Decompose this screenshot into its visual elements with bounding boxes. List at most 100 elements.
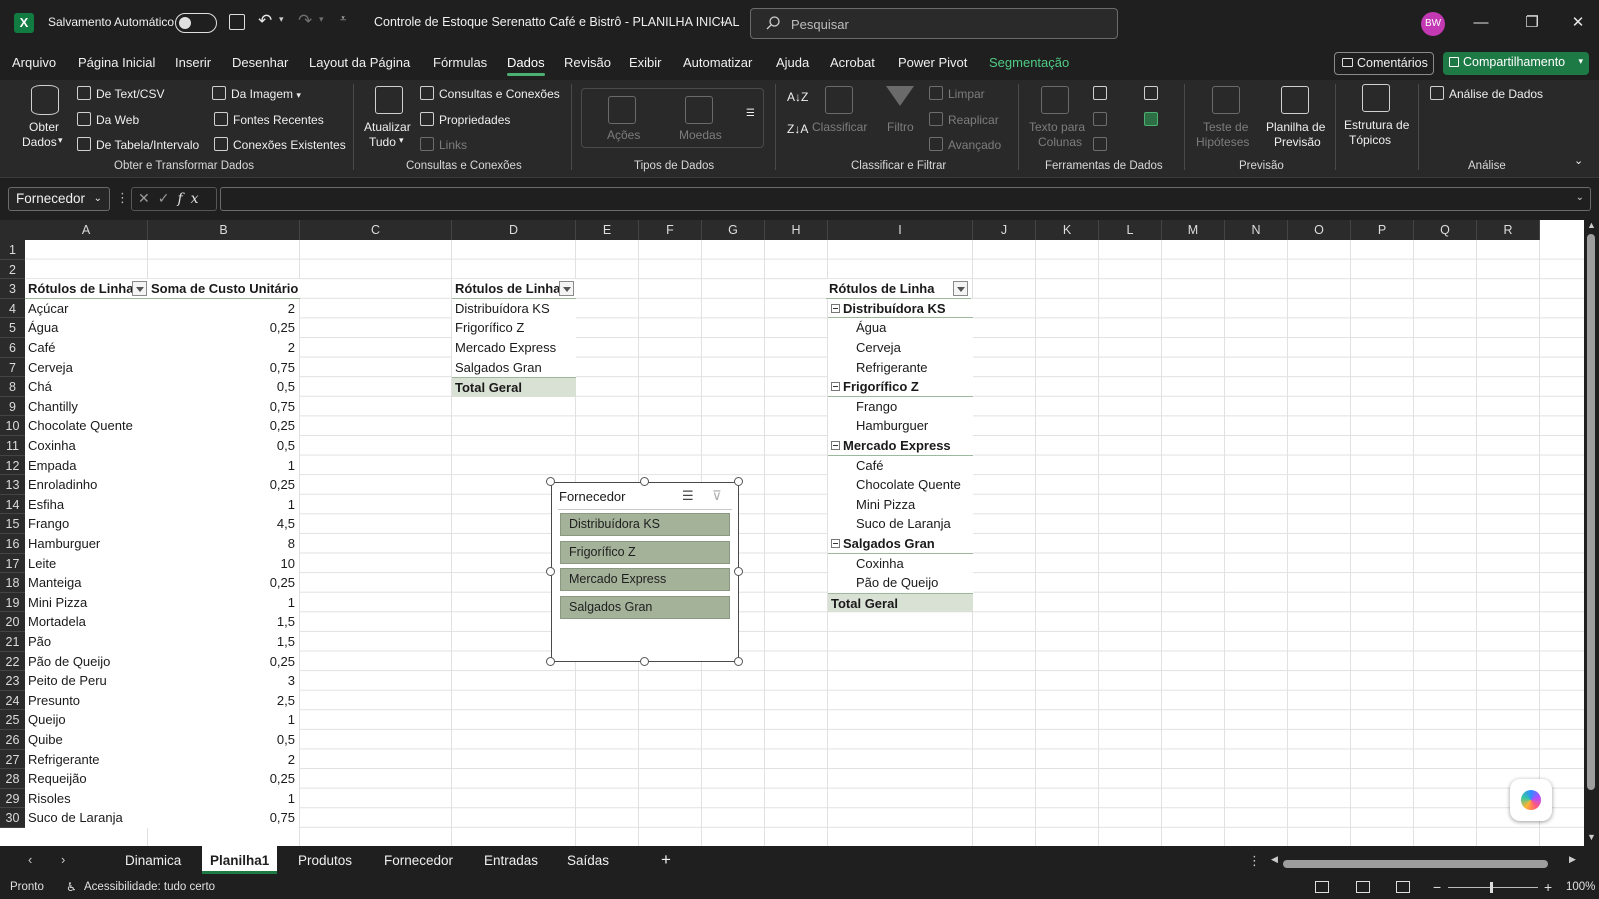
pivot2-row-label[interactable]: Distribuídora KS xyxy=(452,298,576,319)
slicer-resize-handle[interactable] xyxy=(734,567,743,576)
sheet-tab-dinamica[interactable]: Dinamica xyxy=(125,853,181,868)
column-header-a[interactable]: A xyxy=(25,220,148,240)
slicer-item-distribuidora-ks[interactable]: Distribuídora KS xyxy=(560,513,730,536)
pivot1-row-value[interactable]: 10 xyxy=(148,553,299,574)
pivot1-row-label[interactable]: Refrigerante xyxy=(25,749,148,770)
minimize-icon[interactable]: — xyxy=(1469,11,1493,35)
pivot3-header-label[interactable]: Rótulos de Linha xyxy=(826,279,971,299)
customize-toolbar-icon[interactable]: ⩡ xyxy=(340,13,346,26)
row-header-15[interactable]: 15 xyxy=(0,514,25,534)
row-header-23[interactable]: 23 xyxy=(0,671,25,691)
pivot1-row-label[interactable]: Pão xyxy=(25,632,148,652)
row-header-12[interactable]: 12 xyxy=(0,455,25,476)
pivot3-group-row[interactable]: Frigorífico Z xyxy=(828,377,973,397)
tab-formulas[interactable]: Fórmulas xyxy=(433,55,487,70)
flash-fill-icon[interactable] xyxy=(1093,86,1107,100)
forecast-label-2[interactable]: Previsão xyxy=(1274,135,1321,149)
accessibility-status[interactable]: Acessibilidade: tudo certo xyxy=(84,881,215,893)
tab-exibir[interactable]: Exibir xyxy=(629,55,662,70)
row-header-7[interactable]: 7 xyxy=(0,357,25,378)
formula-input[interactable]: ⌄ xyxy=(220,187,1591,211)
pivot1-row-value[interactable]: 4,5 xyxy=(148,514,299,534)
pivot1-row-value[interactable]: 0,75 xyxy=(148,357,299,378)
pivot1-row-label[interactable]: Coxinha xyxy=(25,436,148,456)
outline-icon[interactable] xyxy=(1362,84,1390,112)
prev-sheet-icon[interactable]: ‹ xyxy=(28,852,32,867)
pivot1-row-value[interactable]: 0,5 xyxy=(148,377,299,397)
row-header-22[interactable]: 22 xyxy=(0,651,25,672)
pivot1-row-label[interactable]: Cerveja xyxy=(25,357,148,378)
row-header-6[interactable]: 6 xyxy=(0,338,25,358)
from-table[interactable]: De Tabela/Intervalo xyxy=(77,137,199,152)
tab-revisao[interactable]: Revisão xyxy=(564,55,611,70)
collapse-minus-icon[interactable] xyxy=(831,539,840,548)
sheet-tab-saidas[interactable]: Saídas xyxy=(567,853,609,868)
collapse-minus-icon[interactable] xyxy=(831,441,840,450)
forecast-sheet-icon[interactable] xyxy=(1281,86,1309,114)
pivot1-row-label[interactable]: Empada xyxy=(25,455,148,476)
autosave-toggle[interactable] xyxy=(175,13,217,33)
ribbon-collapse-chevron-icon[interactable]: ⌄ xyxy=(1574,154,1583,167)
pivot1-row-value[interactable]: 0,25 xyxy=(148,475,299,495)
insert-function-icon[interactable]: fx xyxy=(177,191,206,207)
sheet-tab-fornecedor[interactable]: Fornecedor xyxy=(384,853,453,868)
page-break-view-icon[interactable] xyxy=(1396,881,1410,893)
existing-connections[interactable]: Conexões Existentes xyxy=(214,137,346,152)
refresh-chevron-icon[interactable]: ▾ xyxy=(399,135,404,146)
sort-za-icon[interactable]: Z↓A xyxy=(787,122,808,136)
pivot1-row-value[interactable]: 2 xyxy=(148,298,299,319)
slicer-resize-handle[interactable] xyxy=(734,477,743,486)
row-header-30[interactable]: 30 xyxy=(0,808,25,828)
pivot3-filter-dropdown-icon[interactable] xyxy=(953,281,968,297)
select-all-corner[interactable] xyxy=(0,220,25,240)
pivot1-row-value[interactable]: 0,25 xyxy=(148,573,299,593)
pivot1-row-label[interactable]: Chocolate Quente xyxy=(25,416,148,436)
multi-select-icon[interactable]: ☰ xyxy=(682,488,694,504)
pivot2-grand-total[interactable]: Total Geral xyxy=(452,377,576,397)
refresh-all-label-2[interactable]: Tudo xyxy=(369,135,396,149)
sheet-tab-entradas[interactable]: Entradas xyxy=(484,853,538,868)
row-header-4[interactable]: 4 xyxy=(0,298,25,319)
pivot3-item-row[interactable]: Frango xyxy=(828,396,973,417)
sheet-tab-planilha1[interactable]: Planilha1 xyxy=(202,846,278,874)
next-sheet-icon[interactable]: › xyxy=(61,852,65,867)
from-image[interactable]: Da Imagem ▾ xyxy=(212,86,301,101)
recent-sources[interactable]: Fontes Recentes xyxy=(214,112,324,127)
column-header-m[interactable]: M xyxy=(1162,220,1225,240)
pivot1-row-value[interactable]: 0,5 xyxy=(148,730,299,750)
column-header-c[interactable]: C xyxy=(300,220,452,240)
row-header-14[interactable]: 14 xyxy=(0,494,25,515)
row-header-2[interactable]: 2 xyxy=(0,259,25,280)
column-header-q[interactable]: Q xyxy=(1414,220,1477,240)
pivot2-row-label[interactable]: Frigorífico Z xyxy=(452,318,576,338)
pivot1-row-label[interactable]: Quibe xyxy=(25,730,148,750)
column-header-j[interactable]: J xyxy=(973,220,1036,240)
pivot1-row-label[interactable]: Frango xyxy=(25,514,148,534)
row-header-19[interactable]: 19 xyxy=(0,592,25,613)
pivot1-row-value[interactable]: 0,25 xyxy=(148,416,299,436)
slicer-fornecedor[interactable]: Fornecedor ☰ ⊽ Distribuídora KS Frigoríf… xyxy=(546,477,743,666)
row-header-17[interactable]: 17 xyxy=(0,553,25,574)
row-header-25[interactable]: 25 xyxy=(0,710,25,730)
hscroll-left-icon[interactable]: ◀ xyxy=(1271,854,1278,865)
column-header-i[interactable]: I xyxy=(828,220,973,240)
pivot3-item-row[interactable]: Mini Pizza xyxy=(828,494,973,515)
zoom-slider-thumb[interactable] xyxy=(1490,882,1493,893)
column-header-g[interactable]: G xyxy=(702,220,765,240)
column-header-k[interactable]: K xyxy=(1036,220,1099,240)
pivot1-row-label[interactable]: Enroladinho xyxy=(25,475,148,495)
pivot3-item-row[interactable]: Suco de Laranja xyxy=(828,514,973,534)
pivot1-row-label[interactable]: Chá xyxy=(25,377,148,397)
slicer-item-salgados-gran[interactable]: Salgados Gran xyxy=(560,596,730,619)
slicer-resize-handle[interactable] xyxy=(546,567,555,576)
tabs-options-icon[interactable]: ⋮ xyxy=(1248,853,1261,869)
tab-layout-da-pagina[interactable]: Layout da Página xyxy=(309,55,410,70)
row-header-11[interactable]: 11 xyxy=(0,436,25,456)
formula-bar-options-icon[interactable]: ⋮ xyxy=(116,190,129,206)
from-web[interactable]: Da Web xyxy=(77,112,139,127)
row-header-27[interactable]: 27 xyxy=(0,749,25,770)
sort-az-icon[interactable]: A↓Z xyxy=(787,90,808,104)
vertical-scroll-thumb[interactable] xyxy=(1587,234,1595,790)
pivot1-row-value[interactable]: 2 xyxy=(148,749,299,770)
accessibility-icon[interactable]: ♿ xyxy=(66,880,77,894)
